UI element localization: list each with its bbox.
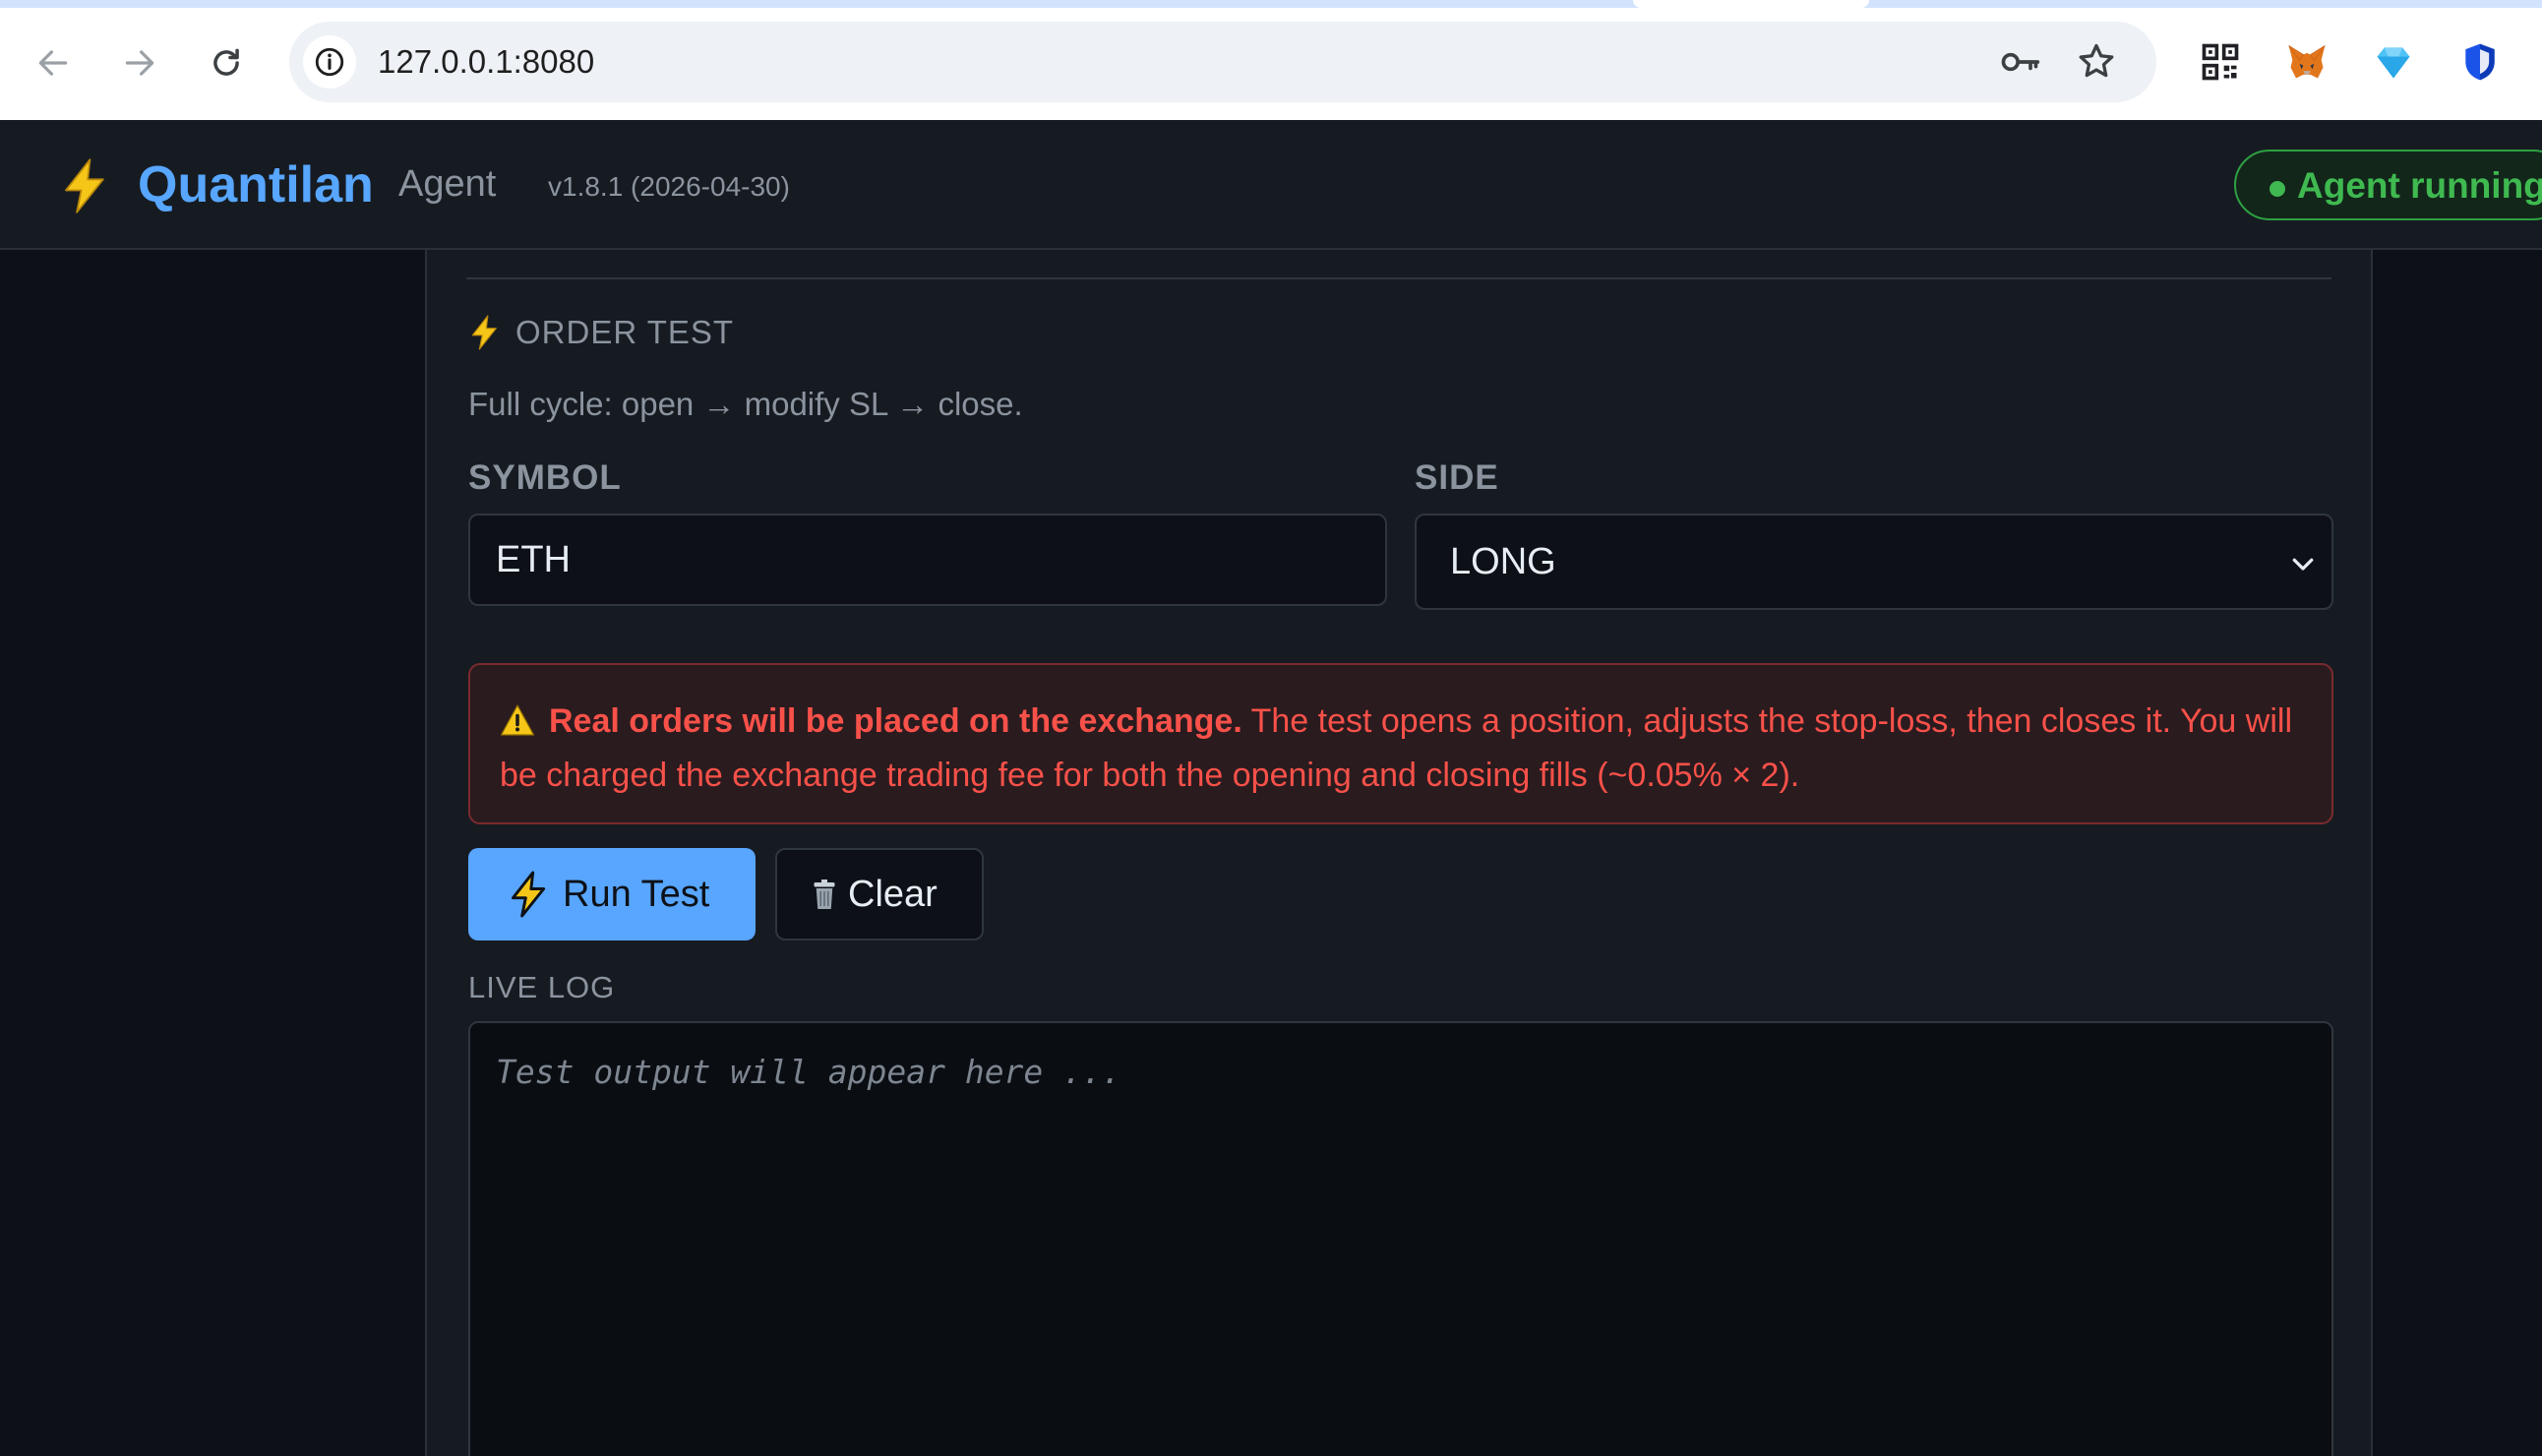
reload-icon <box>213 48 239 76</box>
side-selected-value: LONG <box>1450 541 1556 582</box>
forward-arrow-icon <box>125 50 154 76</box>
symbol-label: SYMBOL <box>468 458 622 497</box>
back-button[interactable] <box>26 35 81 91</box>
url-text[interactable]: 127.0.0.1:8080 <box>378 22 594 102</box>
lightning-bolt-icon <box>65 158 104 213</box>
version-label: v1.8.1 (2026-04-30) <box>548 171 790 202</box>
section-divider <box>466 277 2331 279</box>
metamask-fox-extension-icon <box>2288 45 2326 79</box>
shield-extension[interactable] <box>2457 39 2503 85</box>
log-placeholder: Test output will appear here ... <box>496 1053 1121 1091</box>
clear-label: Clear <box>848 873 938 915</box>
side-label: SIDE <box>1415 458 1499 497</box>
active-tab[interactable] <box>1633 0 1869 8</box>
diamond-extension-icon <box>2377 47 2410 79</box>
agent-status-text: Agent running <box>2297 165 2542 206</box>
metamask-extension[interactable] <box>2284 39 2330 85</box>
agent-status-badge: Agent running <box>2234 150 2542 220</box>
bookmark-star-icon <box>2079 43 2114 78</box>
address-bar[interactable]: 127.0.0.1:8080 <box>289 22 2156 102</box>
clear-button[interactable]: Clear <box>775 848 984 940</box>
password-manager-button[interactable] <box>1997 39 2042 85</box>
app-header: Quantilan Agent v1.8.1 (2026-04-30) Agen… <box>0 120 2542 250</box>
trash-can-icon <box>814 880 835 909</box>
brand-subtitle: Agent <box>398 163 497 205</box>
back-arrow-icon <box>38 50 68 76</box>
section-description: Full cycle: open → modify SL → close. <box>468 386 1023 422</box>
qr-code-extension-icon <box>2202 43 2239 81</box>
reload-button[interactable] <box>199 35 254 91</box>
password-key-icon <box>2001 52 2040 72</box>
site-info-button[interactable] <box>303 35 356 89</box>
forward-button[interactable] <box>112 35 167 91</box>
lightning-bolt-icon <box>471 315 497 350</box>
section-title: ORDER TEST <box>515 314 735 350</box>
order-test-panel: ORDER TEST Full cycle: open → modify SL … <box>425 250 2373 1456</box>
chevron-down-icon <box>2292 558 2314 571</box>
status-dot-icon <box>2270 181 2285 197</box>
run-test-button[interactable]: Run Test <box>468 848 756 940</box>
section-header: ORDER TEST <box>468 311 734 354</box>
warning-bold-text: Real orders will be placed on the exchan… <box>549 702 1242 740</box>
live-log-output[interactable]: Test output will appear here ... <box>468 1021 2333 1456</box>
qr-code-extension[interactable] <box>2198 39 2243 85</box>
symbol-input[interactable] <box>468 514 1387 606</box>
lightning-bolt-icon <box>512 871 546 918</box>
warning-alert: Real orders will be placed on the exchan… <box>468 663 2333 824</box>
diamond-extension[interactable] <box>2371 39 2416 85</box>
browser-chrome: 127.0.0.1:8080 <box>0 0 2542 120</box>
warning-text: Real orders will be placed on the exchan… <box>500 695 2302 803</box>
bookmark-button[interactable] <box>2074 39 2119 85</box>
warning-triangle-icon <box>500 704 535 736</box>
site-info-icon <box>315 47 344 77</box>
side-select[interactable]: LONG <box>1415 514 2333 610</box>
live-log-label: LIVE LOG <box>468 970 616 1004</box>
run-test-label: Run Test <box>563 873 710 915</box>
shield-extension-icon <box>2465 43 2495 81</box>
brand-name[interactable]: Quantilan <box>138 155 374 214</box>
tab-strip <box>0 0 2542 8</box>
